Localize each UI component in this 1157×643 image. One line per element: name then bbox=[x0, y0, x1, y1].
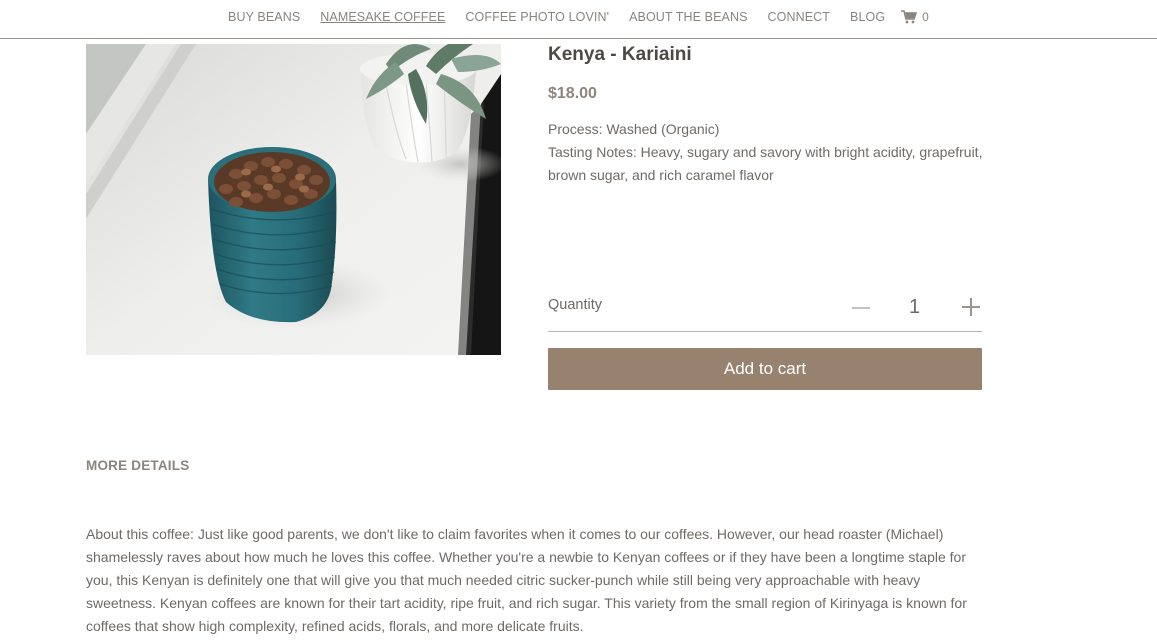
shopping-cart-icon bbox=[901, 10, 918, 24]
quantity-increase-button[interactable] bbox=[962, 298, 980, 316]
add-to-cart-button[interactable]: Add to cart bbox=[548, 348, 982, 390]
product-price: $18.00 bbox=[548, 85, 597, 102]
nav-list: BUY BEANS NAMESAKE COFFEE COFFEE PHOTO L… bbox=[0, 10, 1157, 24]
quantity-decrease-button[interactable] bbox=[852, 307, 870, 309]
nav-item-about-the-beans[interactable]: ABOUT THE BEANS bbox=[629, 10, 747, 24]
nav-item-namesake-coffee[interactable]: NAMESAKE COFFEE bbox=[320, 10, 445, 24]
quantity-label: Quantity bbox=[548, 297, 602, 313]
product-description: Process: Washed (Organic) Tasting Notes:… bbox=[548, 118, 988, 187]
quantity-value[interactable]: 1 bbox=[909, 296, 920, 319]
product-process: Process: Washed (Organic) bbox=[548, 121, 720, 137]
cart-count: 0 bbox=[922, 10, 929, 24]
about-coffee-text: About this coffee: Just like good parent… bbox=[86, 526, 967, 634]
nav-item-buy-beans[interactable]: BUY BEANS bbox=[228, 10, 300, 24]
quantity-selector: Quantity 1 bbox=[548, 288, 982, 332]
product-title: Kenya - Kariaini bbox=[548, 44, 692, 65]
top-navigation: BUY BEANS NAMESAKE COFFEE COFFEE PHOTO L… bbox=[0, 0, 1157, 39]
nav-item-coffee-photo-lovin[interactable]: COFFEE PHOTO LOVIN' bbox=[465, 10, 609, 24]
nav-item-blog[interactable]: BLOG bbox=[850, 10, 885, 24]
more-details-heading: MORE DETAILS bbox=[86, 458, 190, 473]
product-tasting-notes: Tasting Notes: Heavy, sugary and savory … bbox=[548, 144, 983, 183]
product-image bbox=[86, 44, 501, 355]
nav-item-connect[interactable]: CONNECT bbox=[768, 10, 831, 24]
cart-link[interactable]: 0 bbox=[901, 10, 929, 24]
